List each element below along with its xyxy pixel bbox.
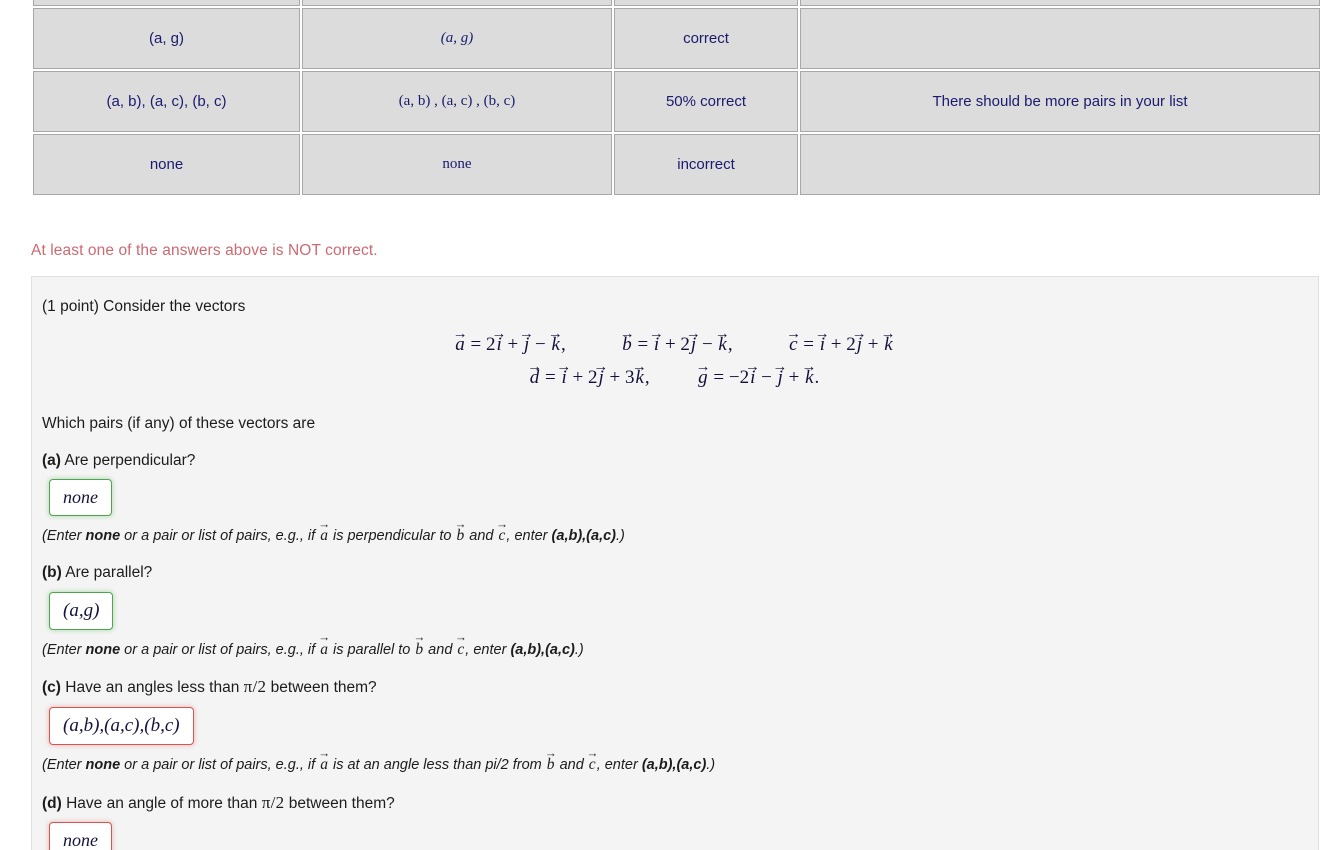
hint-mid2: is at an angle less than pi/2 from: [328, 757, 546, 774]
part-c-question: (c) Have an angles less than π/2 between…: [42, 675, 1306, 700]
cell-rendered-answer: none: [302, 134, 612, 195]
problem-prompt: Which pairs (if any) of these vectors ar…: [42, 415, 316, 433]
part-b-label: (b): [42, 564, 62, 582]
hint-example: (a,b),(a,c): [510, 641, 575, 658]
part-b-hint: (Enter none or a pair or list of pairs, …: [42, 630, 1306, 662]
hint-mid: or a pair or list of pairs, e.g., if: [120, 757, 320, 774]
cell-rendered-answer: none: [302, 0, 612, 6]
results-table-container: none none correct (a, g) (a, g) correct …: [31, 0, 1321, 197]
cell-rendered-answer: (a, g): [302, 8, 612, 69]
answer-input-d[interactable]: none: [49, 822, 112, 850]
hint-mid3: and: [555, 757, 588, 774]
table-row: (a, g) (a, g) correct: [33, 8, 1320, 69]
equation-b: b → = i → + 2j → − k →,: [619, 325, 733, 356]
part-a-hint: (Enter none or a pair or list of pairs, …: [42, 517, 1306, 548]
part-c-text-pre: Have an angles less than: [65, 679, 244, 697]
hint-keyword: none: [85, 528, 121, 545]
results-table: none none correct (a, g) (a, g) correct …: [31, 0, 1321, 197]
hint-pre: (Enter: [42, 528, 86, 545]
cell-your-answer: none: [33, 0, 300, 6]
cell-your-answer: (a, g): [33, 8, 300, 69]
page-root: none none correct (a, g) (a, g) correct …: [0, 0, 1321, 850]
hint-pre: (Enter: [42, 757, 86, 774]
equation-a: a → = 2i → + j → − k →,: [452, 325, 566, 356]
hint-vec-c-icon: c →: [586, 745, 599, 774]
cell-message: There should be more pairs in your list: [800, 71, 1320, 132]
part-a-question: (a) Are perpendicular?: [42, 450, 1306, 472]
hint-mid3: and: [465, 528, 498, 545]
part-d-text-pre: Have an angle of more than: [66, 794, 262, 812]
hint-vec-b-icon: b →: [413, 630, 426, 658]
hint-mid2: is parallel to: [328, 641, 415, 658]
cell-status: correct: [614, 0, 798, 6]
cell-your-answer: (a, b), (a, c), (b, c): [33, 71, 300, 132]
part-b-text: Are parallel?: [65, 564, 153, 582]
table-row: (a, b), (a, c), (b, c) (a, b) , (a, c) ,…: [33, 71, 1320, 132]
part-a-text: Are perpendicular?: [64, 451, 196, 469]
cell-status: correct: [614, 8, 798, 69]
equation-g: g → = −2i → − j → + k →.: [695, 358, 820, 389]
hint-mid: or a pair or list of pairs, e.g., if: [120, 641, 320, 658]
cell-message: [800, 0, 1320, 6]
cell-message: [800, 134, 1320, 195]
part-c-hint: (Enter none or a pair or list of pairs, …: [42, 745, 1306, 777]
hint-mid3: and: [424, 641, 457, 658]
hint-example: (a,b),(a,c): [641, 757, 707, 774]
hint-vec-b-icon: b →: [454, 517, 467, 545]
part-c-label: (c): [42, 679, 61, 697]
cell-status: incorrect: [614, 134, 798, 195]
part-a-label: (a): [42, 451, 61, 469]
equation-line-2: d → = i → + 2j → + 3k →, g → = −2i → − j → + k →…: [42, 358, 1306, 389]
pi-over-2-symbol: π/2: [243, 677, 267, 697]
hint-mid4: , enter: [596, 757, 642, 774]
hint-end: .): [616, 528, 625, 545]
not-correct-notice: At least one of the answers above is NOT…: [31, 242, 378, 259]
equation-line-1: a → = 2i → + j → − k →, b → = i → + 2j → − k →, …: [42, 325, 1306, 356]
problem-panel: (1 point) Consider the vectors a → = 2i → …: [31, 276, 1319, 850]
answer-input-c[interactable]: (a,b),(a,c),(b,c): [49, 707, 194, 746]
hint-vec-a-icon: a →: [318, 745, 331, 774]
part-d-text-post: between them?: [284, 794, 395, 812]
equation-d: d → = i → + 2j → + 3k →,: [527, 358, 650, 389]
hint-vec-c-icon: c →: [454, 630, 467, 658]
answer-input-a[interactable]: none: [49, 479, 112, 517]
hint-vec-c-icon: c →: [496, 517, 508, 545]
hint-keyword: none: [85, 641, 121, 658]
hint-keyword: none: [85, 757, 121, 774]
cell-status: 50% correct: [614, 71, 798, 132]
problem-intro: (1 point) Consider the vectors: [42, 298, 246, 315]
answer-input-b[interactable]: (a,g): [49, 591, 114, 630]
hint-example: (a,b),(a,c): [551, 528, 616, 545]
hint-mid4: , enter: [506, 528, 552, 545]
hint-end: .): [706, 757, 716, 774]
hint-mid: or a pair or list of pairs, e.g., if: [120, 528, 320, 545]
hint-mid2: is perpendicular to: [328, 528, 456, 545]
hint-end: .): [574, 641, 584, 658]
part-d-label: (d): [42, 794, 62, 812]
hint-vec-b-icon: b →: [544, 745, 557, 774]
hint-pre: (Enter: [42, 641, 86, 658]
table-row: none none correct: [33, 0, 1320, 6]
cell-your-answer: none: [33, 134, 300, 195]
table-row: none none incorrect: [33, 134, 1320, 195]
pi-over-2-symbol: π/2: [261, 792, 285, 812]
part-b-question: (b) Are parallel?: [42, 562, 1306, 584]
hint-vec-a-icon: a →: [318, 630, 331, 658]
cell-rendered-answer: (a, b) , (a, c) , (b, c): [302, 71, 612, 132]
part-c-text-post: between them?: [266, 679, 377, 697]
equation-c: c → = i → + 2j → + k →: [786, 325, 896, 356]
cell-message: [800, 8, 1320, 69]
part-d-question: (d) Have an angle of more than π/2 betwe…: [42, 791, 1306, 816]
hint-vec-a-icon: a →: [318, 517, 331, 545]
hint-mid4: , enter: [465, 641, 511, 658]
